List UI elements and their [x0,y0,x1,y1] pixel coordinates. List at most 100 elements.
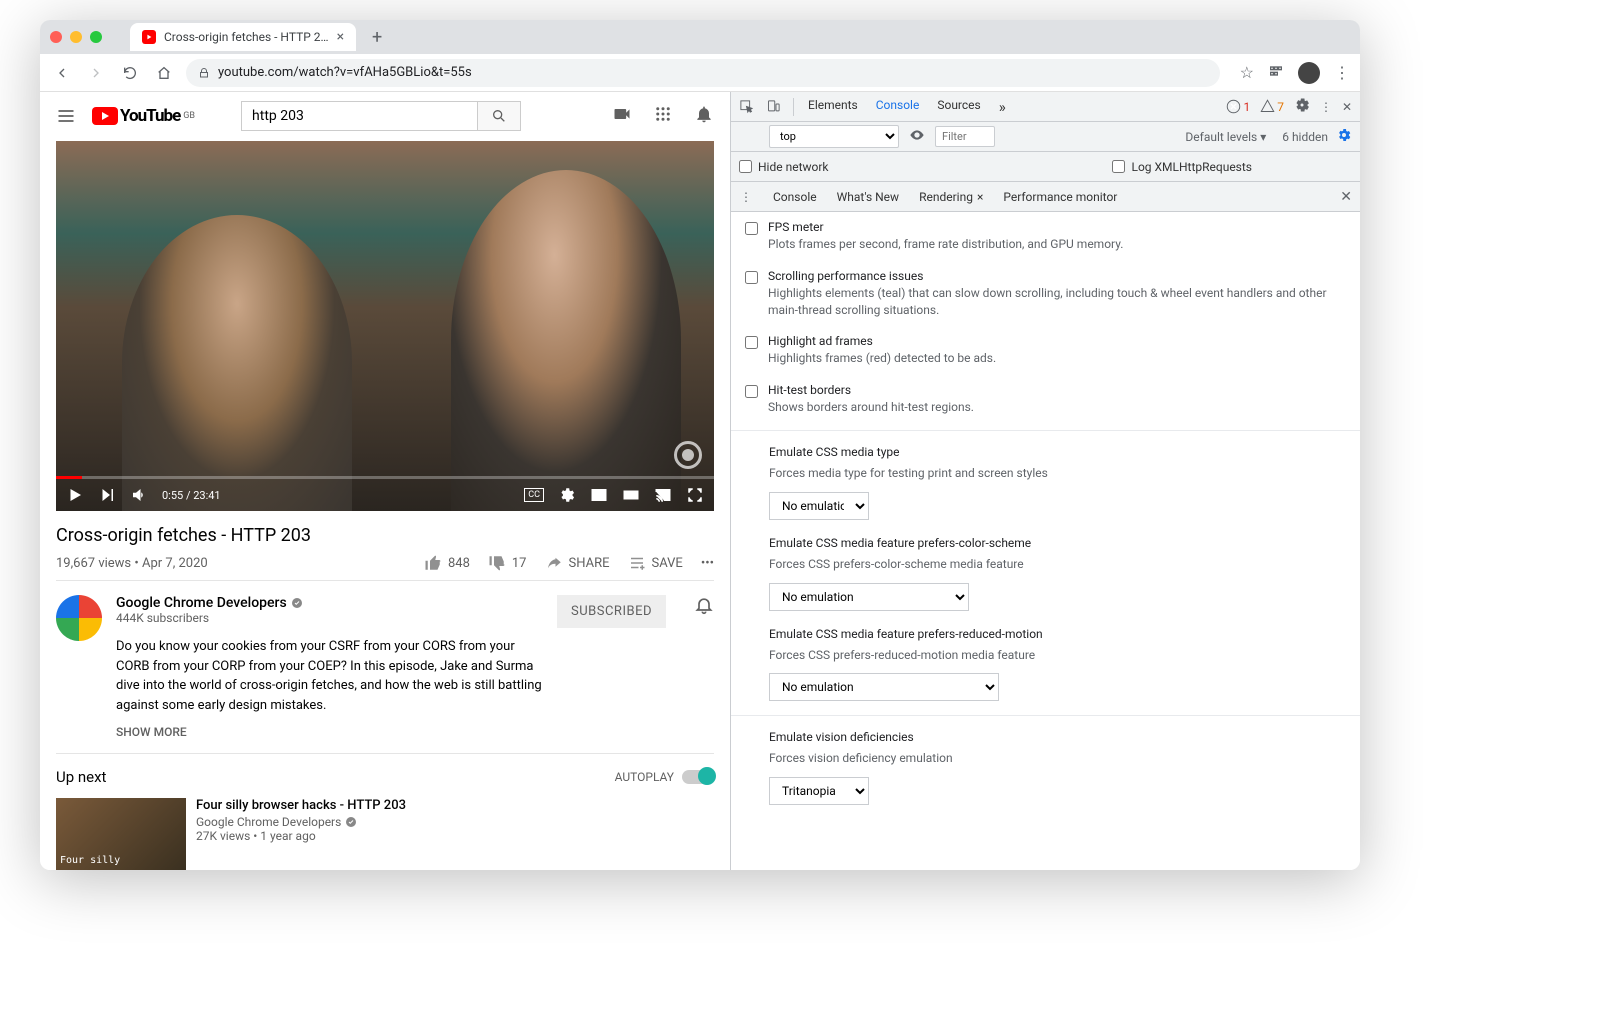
save-button[interactable]: SAVE [628,554,683,572]
vision-select[interactable]: Tritanopia [769,777,869,805]
tab-sources[interactable]: Sources [935,92,982,123]
like-button[interactable]: 848 [424,554,470,572]
forward-button[interactable] [84,61,108,85]
toggle-switch[interactable] [682,770,714,784]
chrome-watermark-icon [674,441,702,469]
autoplay-toggle[interactable]: AUTOPLAY [615,770,714,784]
apps-icon[interactable] [654,105,672,127]
play-button[interactable] [66,486,84,504]
drawer-menu-icon[interactable]: ⋮ [739,190,753,204]
drawer-tab-perfmon[interactable]: Performance monitor [1003,190,1117,204]
window-titlebar: Cross-origin fetches - HTTP 2… × + [40,20,1360,54]
devtools-close-icon[interactable]: ✕ [1342,100,1352,114]
drawer-tab-console[interactable]: Console [773,190,817,204]
back-button[interactable] [50,61,74,85]
media-type-select[interactable]: No emulation [769,492,869,520]
drawer-tab-rendering[interactable]: Rendering × [919,190,983,204]
youtube-search [241,101,521,131]
tab-title: Cross-origin fetches - HTTP 2… [164,30,329,44]
theater-button[interactable] [622,486,640,504]
suggestion-item[interactable]: Four silly Four silly browser hacks - HT… [56,798,714,870]
create-icon[interactable] [612,104,632,128]
search-button[interactable] [477,101,521,131]
device-mode-icon[interactable] [766,99,781,114]
next-button[interactable] [98,486,116,504]
channel-avatar[interactable] [56,595,102,641]
reduced-motion-select[interactable]: No emulation [769,673,999,701]
minimize-window-button[interactable] [70,31,82,43]
toolbar-right: ☆ ⋮ [1240,62,1350,84]
settings-icon[interactable] [1294,97,1310,116]
option-color-scheme: Emulate CSS media feature prefers-color-… [731,528,1360,619]
hidden-count[interactable]: 6 hidden [1282,130,1328,144]
close-tab-icon[interactable]: × [977,190,983,204]
log-levels-select[interactable]: Default levels ▾ [1185,130,1266,144]
search-input[interactable] [241,101,477,131]
fps-checkbox[interactable] [745,222,758,235]
option-reduced-motion: Emulate CSS media feature prefers-reduce… [731,619,1360,710]
video-primary: 0:55 / 23:41 CC Cross-origin fetches - H… [40,141,730,870]
inspect-icon[interactable] [739,99,754,114]
share-button[interactable]: SHARE [545,554,610,572]
devtools-panel: Elements Console Sources » 1 7 ⋮ ✕ top [730,92,1360,870]
devtools-menu-icon[interactable]: ⋮ [1320,100,1332,114]
drawer-tabs: ⋮ Console What's New Rendering × Perform… [731,182,1360,212]
hittest-checkbox[interactable] [745,385,758,398]
volume-button[interactable] [130,486,148,504]
live-expression-icon[interactable] [909,127,925,146]
warning-count[interactable]: 7 [1260,99,1284,114]
settings-button[interactable] [558,486,576,504]
video-views-date: 19,667 views • Apr 7, 2020 [56,556,208,571]
subscribe-button[interactable]: SUBSCRIBED [557,595,666,628]
video-description: Do you know your cookies from your CSRF … [116,637,543,715]
more-tabs-icon[interactable]: » [997,92,1008,123]
drawer-close-icon[interactable]: ✕ [1340,189,1352,205]
video-player[interactable]: 0:55 / 23:41 CC [56,141,714,511]
close-tab-icon[interactable]: × [337,29,344,45]
omnibox[interactable]: youtube.com/watch?v=vfAHa5GBLio&t=55s [186,59,1220,87]
console-settings-icon[interactable] [1336,127,1352,146]
captions-button[interactable]: CC [524,488,544,502]
reload-button[interactable] [118,61,142,85]
suggestion-channel: Google Chrome Developers [196,815,406,829]
zoom-window-button[interactable] [90,31,102,43]
youtube-logo[interactable]: YouTube GB [92,106,195,126]
home-button[interactable] [152,61,176,85]
more-actions-button[interactable]: ••• [701,556,714,571]
new-tab-button[interactable]: + [372,27,382,48]
up-next-label: Up next [56,768,106,786]
hide-network-checkbox[interactable]: Hide network [739,160,829,174]
hamburger-icon[interactable] [56,106,76,126]
browser-tab[interactable]: Cross-origin fetches - HTTP 2… × [130,23,356,51]
notifications-icon[interactable] [694,104,714,128]
verified-icon [291,597,303,609]
miniplayer-button[interactable] [590,486,608,504]
drawer-tab-whatsnew[interactable]: What's New [837,190,899,204]
video-title: Cross-origin fetches - HTTP 203 [56,511,714,546]
youtube-region: GB [183,111,195,121]
channel-name[interactable]: Google Chrome Developers [116,595,543,611]
console-filter-bar: top Default levels ▾ 6 hidden [731,122,1360,152]
log-xhr-checkbox[interactable]: Log XMLHttpRequests [1112,160,1252,174]
show-more-button[interactable]: SHOW MORE [116,725,543,739]
filter-input[interactable] [935,126,995,147]
close-window-button[interactable] [50,31,62,43]
dislike-button[interactable]: 17 [488,554,527,572]
player-controls: 0:55 / 23:41 CC [56,479,714,511]
extensions-icon[interactable] [1268,63,1284,83]
star-icon[interactable]: ☆ [1240,63,1254,82]
profile-avatar[interactable] [1298,62,1320,84]
notification-bell-icon[interactable] [694,595,714,739]
ads-checkbox[interactable] [745,336,758,349]
color-scheme-select[interactable]: No emulation [769,583,969,611]
fullscreen-button[interactable] [686,486,704,504]
error-count[interactable]: 1 [1226,99,1250,114]
chrome-menu-icon[interactable]: ⋮ [1334,63,1350,82]
tab-elements[interactable]: Elements [806,92,860,123]
suggestion-title: Four silly browser hacks - HTTP 203 [196,798,406,813]
context-select[interactable]: top [769,125,899,148]
scroll-checkbox[interactable] [745,271,758,284]
up-next-section: Up next AUTOPLAY Four silly Four silly b… [56,754,714,870]
cast-button[interactable] [654,486,672,504]
tab-console[interactable]: Console [874,92,922,124]
